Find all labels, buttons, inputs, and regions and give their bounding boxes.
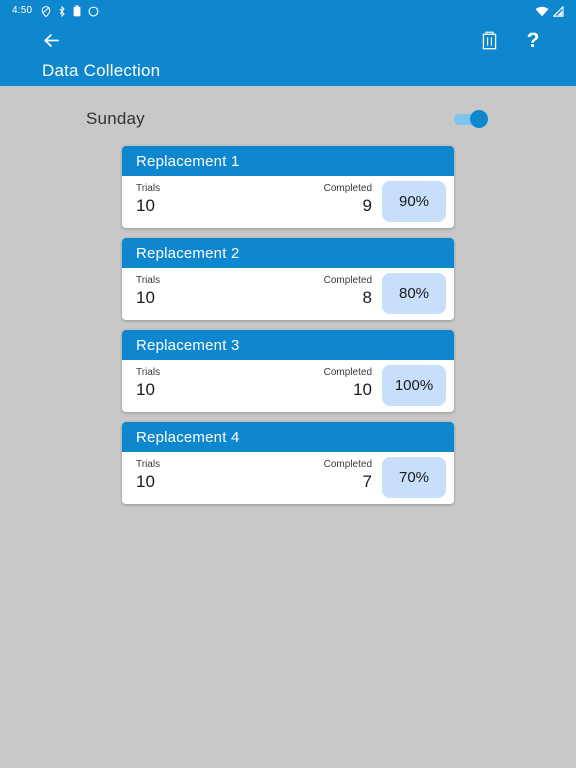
percent-badge: 90% <box>382 181 446 222</box>
status-bar: 4:50 <box>0 0 576 22</box>
replacement-card[interactable]: Replacement 2 Trials 10 Completed 8 80% <box>122 238 454 320</box>
completed-value: 8 <box>362 288 372 307</box>
replacement-card[interactable]: Replacement 4 Trials 10 Completed 7 70% <box>122 422 454 504</box>
card-title: Replacement 4 <box>122 422 454 452</box>
completed-value: 7 <box>362 472 372 491</box>
completed-stat: Completed 7 <box>324 452 382 504</box>
completed-label: Completed <box>323 183 372 194</box>
completed-stat: Completed 10 <box>324 360 382 412</box>
delete-icon <box>482 31 496 49</box>
replacement-card-list: Replacement 1 Trials 10 Completed 9 90% … <box>122 146 454 514</box>
card-title: Replacement 3 <box>122 330 454 360</box>
trials-label: Trials <box>136 459 161 470</box>
percent-badge: 100% <box>382 365 446 406</box>
help-button[interactable]: ? <box>520 27 546 53</box>
card-title: Replacement 2 <box>122 238 454 268</box>
card-body: Trials 10 Completed 10 100% <box>122 360 454 412</box>
completed-value: 9 <box>362 196 372 215</box>
back-arrow-icon <box>43 33 59 47</box>
day-toggle-switch[interactable] <box>454 109 488 129</box>
cell-signal-icon <box>553 5 564 17</box>
day-label: Sunday <box>86 109 145 128</box>
percent-badge: 70% <box>382 457 446 498</box>
app-bar-right-actions: ? <box>476 27 546 53</box>
wifi-icon <box>535 6 549 16</box>
completed-label: Completed <box>323 275 372 286</box>
replacement-card[interactable]: Replacement 3 Trials 10 Completed 10 100… <box>122 330 454 412</box>
completed-label: Completed <box>323 459 372 470</box>
bluetooth-icon <box>59 5 65 17</box>
toggle-thumb <box>470 110 488 128</box>
percent-badge: 80% <box>382 273 446 314</box>
sync-icon <box>88 5 99 16</box>
trials-value: 10 <box>136 472 155 491</box>
card-body: Trials 10 Completed 8 80% <box>122 268 454 320</box>
location-icon <box>41 5 51 17</box>
replacement-card[interactable]: Replacement 1 Trials 10 Completed 9 90% <box>122 146 454 228</box>
completed-value: 10 <box>353 380 372 399</box>
day-row: Sunday <box>0 100 576 138</box>
data-collection-screen: 4:50 ? Data Collection Sunday Replacemen… <box>0 0 576 768</box>
card-body: Trials 10 Completed 9 90% <box>122 176 454 228</box>
status-left-icons <box>41 5 99 17</box>
card-body: Trials 10 Completed 7 70% <box>122 452 454 504</box>
trials-stat: Trials 10 <box>122 452 160 504</box>
trials-label: Trials <box>136 367 161 378</box>
battery-icon <box>73 5 81 17</box>
trials-stat: Trials 10 <box>122 360 160 412</box>
trials-label: Trials <box>136 183 161 194</box>
trials-value: 10 <box>136 196 155 215</box>
trials-stat: Trials 10 <box>122 268 160 320</box>
trials-value: 10 <box>136 288 155 307</box>
page-title: Data Collection <box>42 61 161 80</box>
back-button[interactable] <box>36 25 66 55</box>
trials-value: 10 <box>136 380 155 399</box>
status-right-icons <box>535 5 564 17</box>
help-icon: ? <box>526 28 540 52</box>
trials-label: Trials <box>136 275 161 286</box>
card-title: Replacement 1 <box>122 146 454 176</box>
app-bar: ? Data Collection <box>0 22 576 86</box>
completed-stat: Completed 8 <box>324 268 382 320</box>
completed-label: Completed <box>323 367 372 378</box>
trials-stat: Trials 10 <box>122 176 160 228</box>
app-bar-actions: ? <box>0 22 576 58</box>
completed-stat: Completed 9 <box>324 176 382 228</box>
delete-button[interactable] <box>476 27 502 53</box>
status-clock: 4:50 <box>12 5 33 16</box>
